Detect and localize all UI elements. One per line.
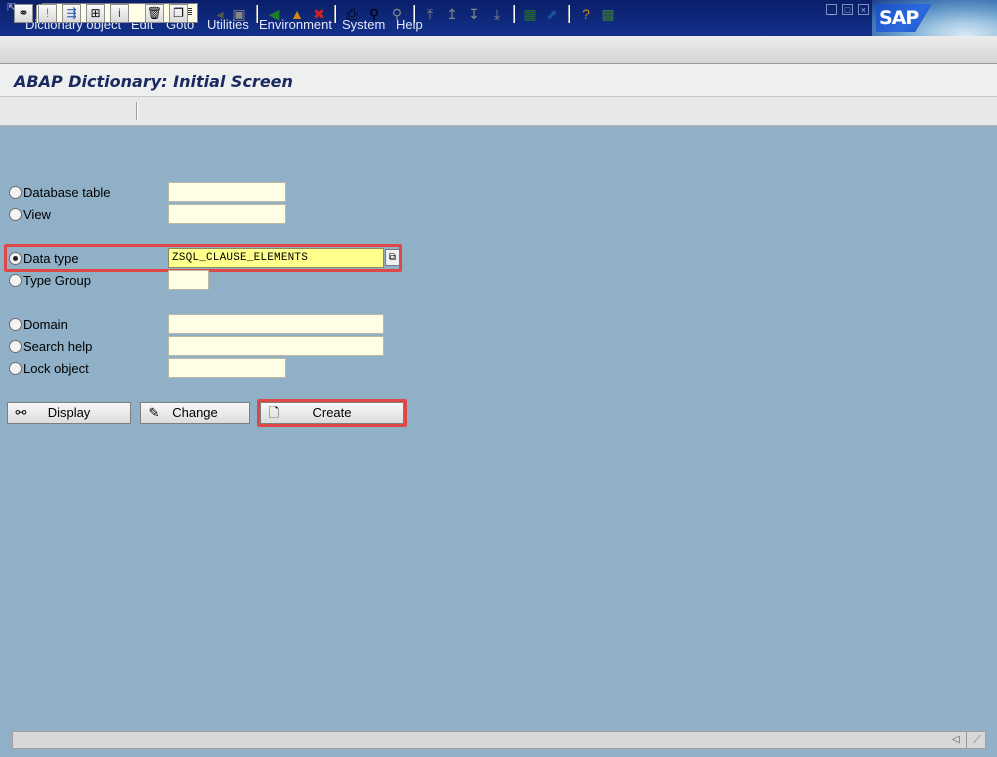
view-radio[interactable] <box>9 208 22 221</box>
view-field[interactable] <box>168 204 286 224</box>
status-bar <box>12 731 986 749</box>
domain-radio[interactable] <box>9 318 22 331</box>
collapse-arrow-icon[interactable]: ◂ <box>211 5 229 23</box>
type-group-field[interactable] <box>168 270 209 290</box>
type-group-label: Type Group <box>23 273 91 288</box>
close-icon[interactable]: × <box>858 4 869 15</box>
toolbar-separator <box>513 5 515 23</box>
search-help-radio[interactable] <box>9 340 22 353</box>
print-icon[interactable]: ⎙ <box>343 5 361 23</box>
help-icon[interactable]: ? <box>577 5 595 23</box>
check-icon[interactable]: ! <box>38 4 57 23</box>
change-button-label: Change <box>172 405 218 420</box>
info-icon[interactable]: i <box>110 4 129 23</box>
layout-menu-icon[interactable]: ▩ <box>599 5 617 23</box>
toolbar-separator <box>413 5 415 23</box>
database-table-label: Database table <box>23 185 111 200</box>
search-help-label: Search help <box>23 339 93 354</box>
create-button-highlight <box>257 399 407 427</box>
other-object-icon[interactable]: ⚭ <box>14 4 33 23</box>
domain-field[interactable] <box>168 314 384 334</box>
where-used-icon[interactable]: ⇶ <box>62 4 81 23</box>
domain-label: Domain <box>23 317 68 332</box>
change-button[interactable]: ✎ Change <box>140 402 250 424</box>
toolbar-separator <box>568 5 570 23</box>
page-title: ABAP Dictionary: Initial Screen <box>14 72 293 91</box>
display-button[interactable]: ⚯ Display <box>7 402 131 424</box>
lock-object-label: Lock object <box>23 361 89 376</box>
exit-icon[interactable]: ▲ <box>288 5 306 23</box>
application-toolbar <box>0 97 997 126</box>
standard-toolbar <box>0 36 997 64</box>
display-object-list-icon[interactable]: ⊞ <box>86 4 105 23</box>
previous-page-icon[interactable]: ↥ <box>443 5 461 23</box>
status-collapse-icon[interactable]: ◁ <box>952 733 964 747</box>
database-table-field[interactable] <box>168 182 286 202</box>
back-icon[interactable]: ◀ <box>265 5 283 23</box>
toolbar-separator <box>136 102 138 120</box>
shortcut-icon[interactable]: ⬈ <box>543 5 561 23</box>
minimize-icon[interactable]: _ <box>826 4 837 15</box>
copy-icon[interactable]: ❐ <box>169 4 188 23</box>
first-page-icon[interactable]: ⤒ <box>421 5 439 23</box>
resize-grip-icon[interactable]: ⟋ <box>969 733 985 747</box>
search-help-field[interactable] <box>168 336 384 356</box>
cancel-icon[interactable]: ✖ <box>310 5 328 23</box>
display-button-label: Display <box>47 405 91 420</box>
lock-object-radio[interactable] <box>9 362 22 375</box>
type-group-radio[interactable] <box>9 274 22 287</box>
delete-icon[interactable]: 🗑 <box>145 4 164 23</box>
view-label: View <box>23 207 51 222</box>
next-page-icon[interactable]: ↧ <box>465 5 483 23</box>
find-icon[interactable]: ⚲ <box>365 5 383 23</box>
save-icon[interactable]: ▣ <box>230 5 248 23</box>
data-type-highlight <box>4 244 402 272</box>
create-session-icon[interactable]: ▦ <box>521 5 539 23</box>
lock-object-field[interactable] <box>168 358 286 378</box>
toolbar-separator <box>334 5 336 23</box>
last-page-icon[interactable]: ⤓ <box>488 5 506 23</box>
database-table-radio[interactable] <box>9 186 22 199</box>
find-next-icon[interactable]: ⚲ <box>388 5 406 23</box>
status-separator <box>966 731 967 749</box>
maximize-icon[interactable]: □ <box>842 4 853 15</box>
toolbar-separator <box>256 5 258 23</box>
